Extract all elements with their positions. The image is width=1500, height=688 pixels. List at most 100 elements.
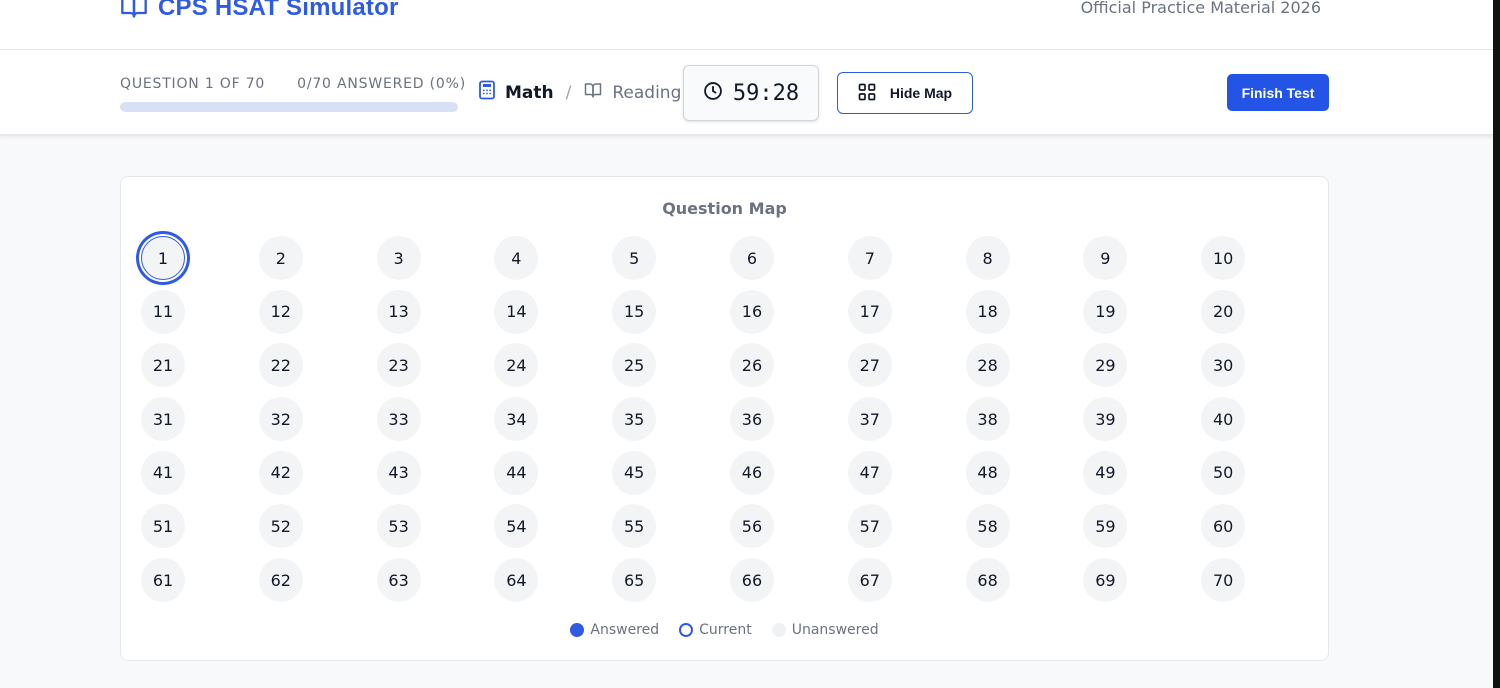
question-map-button-12[interactable]: 12 <box>258 289 303 334</box>
question-map-button-39[interactable]: 39 <box>1083 397 1128 442</box>
timer-value: 59:28 <box>732 80 800 106</box>
question-map-button-44[interactable]: 44 <box>494 450 539 495</box>
app-title: CPS HSAT Simulator <box>158 0 399 21</box>
question-map-button-60[interactable]: 60 <box>1201 504 1246 549</box>
question-map-button-41[interactable]: 41 <box>141 450 185 495</box>
question-map-button-16[interactable]: 16 <box>729 289 774 334</box>
question-map-button-64[interactable]: 64 <box>494 558 539 603</box>
question-map-button-30[interactable]: 30 <box>1201 343 1246 388</box>
legend-unanswered: Unanswered <box>771 622 879 638</box>
countdown-timer: 59:28 <box>683 65 819 121</box>
subject-separator: / <box>565 82 572 103</box>
window-edge <box>1493 0 1500 688</box>
question-map-button-63[interactable]: 63 <box>376 558 421 603</box>
question-map-button-14[interactable]: 14 <box>494 289 539 334</box>
question-map-button-68[interactable]: 68 <box>965 558 1010 603</box>
question-map-button-66[interactable]: 66 <box>729 558 774 603</box>
progress-labels: QUESTION 1 OF 70 0/70 ANSWERED (0%) <box>120 76 466 92</box>
question-map-button-11[interactable]: 11 <box>141 289 185 334</box>
question-map-button-37[interactable]: 37 <box>847 397 892 442</box>
question-map-button-65[interactable]: 65 <box>612 558 657 603</box>
question-map-button-36[interactable]: 36 <box>729 397 774 442</box>
question-map-button-50[interactable]: 50 <box>1201 450 1246 495</box>
question-map-button-56[interactable]: 56 <box>729 504 774 549</box>
question-map-button-25[interactable]: 25 <box>612 343 657 388</box>
question-map-button-33[interactable]: 33 <box>376 397 421 442</box>
hide-map-button[interactable]: Hide Map <box>837 72 973 114</box>
question-map-button-58[interactable]: 58 <box>965 504 1010 549</box>
question-map-button-40[interactable]: 40 <box>1201 397 1246 442</box>
question-map-button-3[interactable]: 3 <box>376 236 421 280</box>
question-map-panel: Question Map 1 2 3 4 5 6 7 8 9 10 11 12 13 14 15 16 17 18… <box>120 176 1329 661</box>
question-map-button-67[interactable]: 67 <box>847 558 892 603</box>
question-map-button-34[interactable]: 34 <box>494 397 539 442</box>
question-map-title: Question Map <box>662 199 787 218</box>
subject-math[interactable]: Math <box>478 80 554 105</box>
question-map-button-5[interactable]: 5 <box>612 236 657 280</box>
question-map-button-57[interactable]: 57 <box>847 504 892 549</box>
legend-answered: Answered <box>570 622 659 638</box>
question-map-button-26[interactable]: 26 <box>729 343 774 388</box>
question-map-button-69[interactable]: 69 <box>1083 558 1128 603</box>
question-map-button-45[interactable]: 45 <box>612 450 657 495</box>
legend-current-label: Current <box>699 622 752 638</box>
progress-bar <box>120 102 458 112</box>
legend-unanswered-label: Unanswered <box>791 622 879 638</box>
question-map-button-29[interactable]: 29 <box>1083 343 1128 388</box>
question-map-button-38[interactable]: 38 <box>965 397 1010 442</box>
question-map-button-18[interactable]: 18 <box>965 289 1010 334</box>
map-legend: Answered Current Unanswered <box>121 622 1328 638</box>
question-map-button-35[interactable]: 35 <box>612 397 657 442</box>
question-map-button-9[interactable]: 9 <box>1083 236 1128 280</box>
subject-switcher: Math / Reading <box>478 80 681 105</box>
question-map-button-22[interactable]: 22 <box>258 343 303 388</box>
open-book-icon <box>120 0 148 24</box>
subject-reading[interactable]: Reading <box>583 81 681 104</box>
question-map-button-8[interactable]: 8 <box>965 236 1010 280</box>
question-map-button-28[interactable]: 28 <box>965 343 1010 388</box>
question-map-button-10[interactable]: 10 <box>1201 236 1246 280</box>
question-map-button-20[interactable]: 20 <box>1201 289 1246 334</box>
question-map-button-31[interactable]: 31 <box>141 397 185 442</box>
question-map-button-27[interactable]: 27 <box>847 343 892 388</box>
top-bar: CPS HSAT Simulator Official Practice Mat… <box>0 0 1493 50</box>
question-map-button-61[interactable]: 61 <box>141 558 185 603</box>
question-map-button-49[interactable]: 49 <box>1083 450 1128 495</box>
answered-dot-icon <box>570 623 585 637</box>
question-map-button-2[interactable]: 2 <box>258 236 303 280</box>
subject-reading-label: Reading <box>612 82 682 103</box>
question-map-button-53[interactable]: 53 <box>376 504 421 549</box>
question-map-button-42[interactable]: 42 <box>258 450 303 495</box>
question-map-button-54[interactable]: 54 <box>494 504 539 549</box>
question-map-button-6[interactable]: 6 <box>729 236 774 280</box>
question-map-button-48[interactable]: 48 <box>965 450 1010 495</box>
question-map-button-52[interactable]: 52 <box>258 504 303 549</box>
question-map-button-17[interactable]: 17 <box>847 289 892 334</box>
question-map-button-46[interactable]: 46 <box>729 450 774 495</box>
question-map-button-70[interactable]: 70 <box>1201 558 1246 603</box>
book-icon <box>583 81 603 104</box>
question-map-button-24[interactable]: 24 <box>494 343 539 388</box>
finish-test-button[interactable]: Finish Test <box>1227 74 1329 111</box>
question-map-button-32[interactable]: 32 <box>258 397 303 442</box>
question-map-button-1[interactable]: 1 <box>141 236 185 280</box>
question-map-button-47[interactable]: 47 <box>847 450 892 495</box>
question-map-button-59[interactable]: 59 <box>1083 504 1128 549</box>
hide-map-label: Hide Map <box>889 85 953 101</box>
grid-icon <box>858 83 876 104</box>
app-frame: CPS HSAT Simulator Official Practice Mat… <box>0 0 1500 688</box>
question-map-button-62[interactable]: 62 <box>258 558 303 603</box>
question-counter: QUESTION 1 OF 70 <box>120 76 266 92</box>
question-map-button-19[interactable]: 19 <box>1083 289 1128 334</box>
brand[interactable]: CPS HSAT Simulator <box>120 0 399 24</box>
question-map-button-13[interactable]: 13 <box>376 289 421 334</box>
question-map-button-43[interactable]: 43 <box>376 450 421 495</box>
question-map-button-55[interactable]: 55 <box>612 504 657 549</box>
question-map-button-4[interactable]: 4 <box>494 236 539 280</box>
question-map-button-21[interactable]: 21 <box>141 343 185 388</box>
question-map-button-7[interactable]: 7 <box>847 236 892 280</box>
question-map-button-23[interactable]: 23 <box>376 343 421 388</box>
question-map-button-15[interactable]: 15 <box>612 289 657 334</box>
question-map-button-51[interactable]: 51 <box>141 504 185 549</box>
test-toolbar: QUESTION 1 OF 70 0/70 ANSWERED (0%) Math… <box>0 50 1493 136</box>
